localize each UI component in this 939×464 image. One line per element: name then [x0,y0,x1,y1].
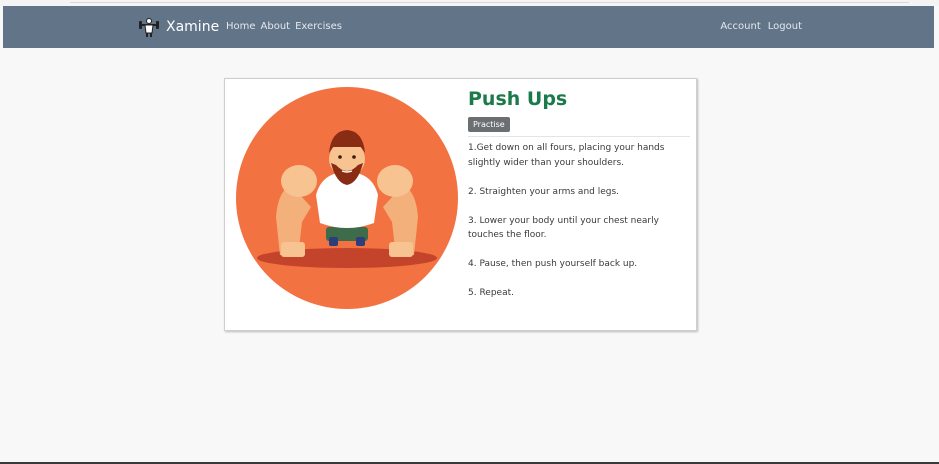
nav-right: Account Logout [720,19,802,35]
nav-account-link[interactable]: Account [720,19,760,35]
exercise-card: Push Ups Practise 1.Get down on all four… [224,78,697,331]
step-text: 2. Straighten your arms and legs. [468,186,620,197]
practise-button[interactable]: Practise [468,117,510,132]
steps-list: 1.Get down on all fours, placing your ha… [468,141,690,301]
nav-about-link[interactable]: About [261,19,291,35]
step-text: 1.Get down on all fours, placing your ha… [468,143,665,168]
nav-logout-link[interactable]: Logout [768,19,802,35]
brand[interactable]: Xamine [138,16,219,38]
nav-home-link[interactable]: Home [226,19,256,35]
navbar: Xamine Home About Exercises Account Logo… [3,6,934,48]
step-text: 3. Lower your body until your chest near… [468,215,659,241]
weightlifter-icon [139,18,159,37]
nav-exercises-link[interactable]: Exercises [295,19,342,35]
pushup-illustration [236,87,458,309]
address-line [70,2,909,3]
divider [468,136,690,137]
brand-name: Xamine [166,19,220,35]
step-text: 4. Pause, then push yourself back up. [468,259,638,269]
nav-left: Home About Exercises [226,19,342,35]
exercise-content: Push Ups Practise 1.Get down on all four… [468,87,690,315]
exercise-title: Push Ups [468,88,568,110]
step-text: 5. Repeat. [468,288,514,298]
